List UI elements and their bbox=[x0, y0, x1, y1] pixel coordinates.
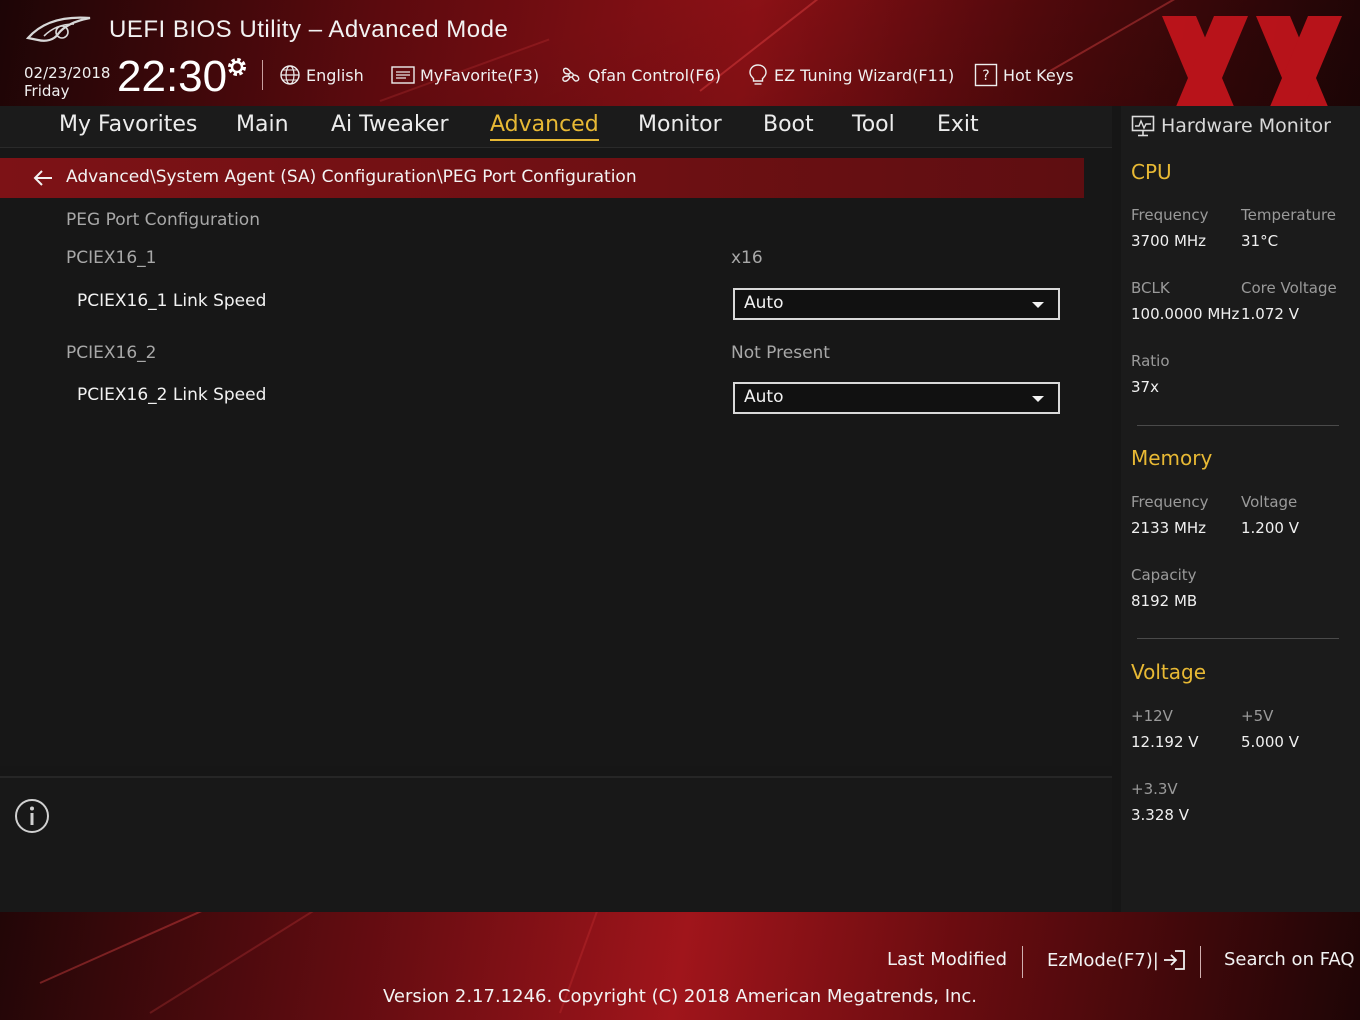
cpu-temperature-value: 31°C bbox=[1241, 232, 1279, 250]
header-separator bbox=[262, 60, 263, 90]
section-divider bbox=[1137, 638, 1339, 639]
section-title: PEG Port Configuration bbox=[66, 210, 260, 230]
globe-icon bbox=[280, 65, 300, 85]
memory-heading: Memory bbox=[1131, 446, 1213, 470]
memory-voltage-label: Voltage bbox=[1241, 493, 1298, 511]
ratio-label: Ratio bbox=[1131, 352, 1170, 370]
breadcrumb-bar: Advanced\System Agent (SA) Configuration… bbox=[0, 158, 1084, 198]
rog-logo-icon bbox=[25, 16, 91, 42]
cpu-frequency-label: Frequency bbox=[1131, 206, 1209, 224]
pciex16-1-label: PCIEX16_1 bbox=[66, 248, 157, 268]
tab-monitor[interactable]: Monitor bbox=[638, 112, 722, 137]
qfan-control-button[interactable]: Qfan Control(F6) bbox=[559, 62, 721, 88]
cpu-heading: CPU bbox=[1131, 160, 1172, 184]
pciex16-1-link-speed-select[interactable]: Auto bbox=[733, 288, 1060, 320]
v12-label: +12V bbox=[1131, 707, 1173, 725]
core-voltage-label: Core Voltage bbox=[1241, 279, 1337, 297]
memory-capacity-label: Capacity bbox=[1131, 566, 1197, 584]
tab-exit[interactable]: Exit bbox=[937, 112, 979, 137]
memory-capacity-value: 8192 MB bbox=[1131, 592, 1198, 610]
pciex16-1-link-speed-label[interactable]: PCIEX16_1 Link Speed bbox=[77, 291, 266, 311]
fan-icon bbox=[562, 67, 580, 82]
hardware-monitor-panel: Hardware Monitor CPU Frequency Temperatu… bbox=[1121, 106, 1360, 912]
footer-bar: Last Modified EzMode(F7)| Search on FAQ … bbox=[0, 912, 1360, 1020]
hardware-monitor-title: Hardware Monitor bbox=[1161, 115, 1331, 137]
date-display: 02/23/2018 Friday bbox=[24, 64, 110, 100]
pciex16-1-link-speed-value: Auto bbox=[744, 293, 784, 313]
memory-frequency-label: Frequency bbox=[1131, 493, 1209, 511]
gear-icon[interactable] bbox=[224, 54, 250, 80]
date-text: 02/23/2018 bbox=[24, 64, 111, 82]
info-icon bbox=[15, 799, 49, 833]
cpu-frequency-value: 3700 MHz bbox=[1131, 232, 1207, 250]
help-key-icon: ? bbox=[974, 63, 998, 87]
voltage-heading: Voltage bbox=[1131, 660, 1207, 684]
tab-advanced[interactable]: Advanced bbox=[490, 112, 599, 141]
lightbulb-icon bbox=[749, 64, 767, 85]
tab-main[interactable]: Main bbox=[236, 112, 289, 137]
day-text: Friday bbox=[24, 82, 70, 100]
bclk-label: BCLK bbox=[1131, 279, 1170, 297]
help-info-panel bbox=[0, 776, 1112, 912]
tab-tool[interactable]: Tool bbox=[852, 112, 895, 137]
footer-separator bbox=[1022, 946, 1023, 978]
version-copyright: Version 2.17.1246. Copyright (C) 2018 Am… bbox=[382, 986, 978, 1007]
exit-arrow-icon bbox=[1163, 950, 1185, 970]
pciex16-2-link-speed-label[interactable]: PCIEX16_2 Link Speed bbox=[77, 385, 266, 405]
last-modified-button[interactable]: Last Modified bbox=[887, 949, 1007, 970]
memory-voltage-value: 1.200 V bbox=[1241, 519, 1299, 537]
pciex16-2-label: PCIEX16_2 bbox=[66, 343, 157, 363]
qfan-label: Qfan Control(F6) bbox=[588, 65, 721, 85]
pciex16-2-link-speed-select[interactable]: Auto bbox=[733, 382, 1060, 414]
pciex16-2-value: Not Present bbox=[731, 343, 830, 363]
settings-panel: Advanced\System Agent (SA) Configuration… bbox=[0, 148, 1112, 766]
language-label: English bbox=[306, 65, 364, 85]
pciex16-2-link-speed-value: Auto bbox=[744, 387, 784, 407]
monitor-icon bbox=[1131, 115, 1155, 137]
v5-label: +5V bbox=[1241, 707, 1274, 725]
tab-my-favorites[interactable]: My Favorites bbox=[59, 112, 197, 137]
svg-text:?: ? bbox=[982, 68, 989, 84]
v5-value: 5.000 V bbox=[1241, 733, 1299, 751]
clock-time[interactable]: 22:30 bbox=[117, 52, 227, 102]
core-voltage-value: 1.072 V bbox=[1241, 305, 1299, 323]
tab-boot[interactable]: Boot bbox=[763, 112, 814, 137]
hardware-monitor-header: Hardware Monitor bbox=[1131, 114, 1331, 138]
myfavorite-button[interactable]: MyFavorite(F3) bbox=[391, 62, 539, 88]
v12-value: 12.192 V bbox=[1131, 733, 1199, 751]
ez-tuning-wizard-button[interactable]: EZ Tuning Wizard(F11) bbox=[747, 62, 954, 88]
main-navigation: My Favorites Main Ai Tweaker Advanced Mo… bbox=[0, 106, 1112, 148]
tab-ai-tweaker[interactable]: Ai Tweaker bbox=[331, 112, 449, 137]
hot-keys-button[interactable]: ? Hot Keys bbox=[974, 62, 1074, 88]
footer-separator bbox=[1200, 946, 1201, 978]
header-bar: UEFI BIOS Utility – Advanced Mode 02/23/… bbox=[0, 0, 1360, 106]
v33-value: 3.328 V bbox=[1131, 806, 1189, 824]
chevron-down-icon bbox=[1032, 302, 1044, 308]
hot-keys-label: Hot Keys bbox=[1003, 65, 1074, 85]
ezmode-label: EzMode(F7)| bbox=[1047, 949, 1159, 971]
ratio-value: 37x bbox=[1131, 378, 1159, 396]
app-title: UEFI BIOS Utility – Advanced Mode bbox=[109, 16, 509, 43]
search-faq-button[interactable]: Search on FAQ bbox=[1224, 949, 1355, 970]
favorite-list-icon bbox=[391, 66, 415, 84]
v33-label: +3.3V bbox=[1131, 780, 1178, 798]
chevron-down-icon bbox=[1032, 396, 1044, 402]
pciex16-1-value: x16 bbox=[731, 248, 763, 268]
section-divider bbox=[1137, 425, 1339, 426]
breadcrumb-path: Advanced\System Agent (SA) Configuration… bbox=[66, 167, 637, 187]
myfavorite-label: MyFavorite(F3) bbox=[420, 65, 540, 85]
ez-tuning-label: EZ Tuning Wizard(F11) bbox=[774, 65, 955, 85]
bclk-value: 100.0000 MHz bbox=[1131, 305, 1240, 323]
language-button[interactable]: English bbox=[279, 62, 364, 88]
ezmode-button[interactable]: EzMode(F7)| bbox=[1047, 949, 1186, 971]
back-arrow-icon[interactable] bbox=[32, 168, 54, 188]
cpu-temperature-label: Temperature bbox=[1241, 206, 1337, 224]
memory-frequency-value: 2133 MHz bbox=[1131, 519, 1207, 537]
